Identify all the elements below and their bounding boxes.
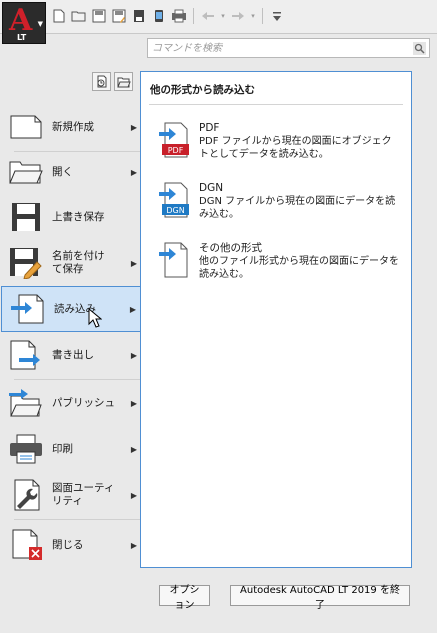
menu-divider <box>14 519 140 520</box>
new-file-icon[interactable] <box>50 7 68 25</box>
pdf-file-icon: PDF <box>159 122 189 158</box>
menu-item-save-as[interactable]: 名前を付け て保存 ▶ <box>0 240 141 286</box>
undo-dropdown-icon[interactable]: ▾ <box>219 7 227 25</box>
save-as-icon[interactable] <box>110 7 128 25</box>
open-documents-button[interactable] <box>114 72 133 91</box>
submenu-arrow-icon: ▶ <box>130 122 138 132</box>
import-other-formats-option[interactable]: その他の形式 他のファイル形式から現在の図面にデータを読み込む。 <box>159 242 399 281</box>
submenu-arrow-icon: ▶ <box>130 398 138 408</box>
bottom-bar: オプション Autodesk AutoCAD LT 2019 を終了 <box>140 572 437 633</box>
redo-dropdown-icon[interactable]: ▾ <box>249 7 257 25</box>
menu-item-save[interactable]: 上書き保存 <box>0 194 141 240</box>
entry-title: その他の形式 <box>199 242 262 254</box>
import-pdf-option[interactable]: PDF PDF PDF ファイルから現在の図面にオブジェクトとしてデータを読み込… <box>159 122 399 161</box>
recent-open-tools <box>92 72 133 91</box>
import-file-icon <box>159 242 188 278</box>
mouse-cursor-icon <box>88 308 102 328</box>
menu-item-label: 印刷 <box>52 442 73 455</box>
toolbar-separator <box>262 8 263 24</box>
menu-item-label: 書き出し <box>52 348 94 361</box>
menu-item-label: 開く <box>52 165 73 178</box>
menu-item-label: 名前を付け て保存 <box>52 250 105 275</box>
submenu-arrow-icon: ▶ <box>130 167 138 177</box>
pdf-badge-text: PDF <box>168 146 184 155</box>
submenu-arrow-icon: ▶ <box>130 350 138 360</box>
menu-item-print[interactable]: 印刷 ▶ <box>0 426 141 472</box>
search-input[interactable] <box>148 39 429 57</box>
open-folder-large-icon <box>0 149 52 195</box>
entry-title: PDF <box>199 122 220 134</box>
open-documents-icon <box>116 77 131 87</box>
menu-item-label: パブリッシュ <box>52 396 115 409</box>
close-document-icon <box>0 522 52 568</box>
menu-item-drawing-utilities[interactable]: 図面ユーティ リティ ▶ <box>0 472 141 518</box>
undo-icon[interactable] <box>199 7 217 25</box>
customize-icon[interactable] <box>268 7 286 25</box>
publish-large-icon <box>0 380 52 426</box>
panel-title: 他の形式から読み込む <box>150 84 255 96</box>
save-large-icon <box>0 194 52 240</box>
dgn-file-icon: DGN <box>159 182 189 218</box>
menu-item-import[interactable]: 読み込み ▶ <box>1 286 141 332</box>
open-folder-icon[interactable] <box>70 7 88 25</box>
new-document-icon <box>0 104 52 150</box>
menu-item-label: 新規作成 <box>52 120 94 133</box>
import-submenu-panel: 他の形式から読み込む PDF PDF PDF ファイルから現在の図面にオブジェク… <box>140 71 412 568</box>
window-edge <box>419 34 437 633</box>
toolbar-separator <box>193 8 194 24</box>
save-icon[interactable] <box>90 7 108 25</box>
entry-description: PDF ファイルから現在の図面にオブジェクトとしてデータを読み込む。 <box>199 136 392 160</box>
command-search[interactable] <box>147 38 430 58</box>
application-menu-list: 新規作成 ▶ 開く ▶ 上書き保存 名前を付け て保存 ▶ 読み込み ▶ 書き出… <box>0 62 141 633</box>
entry-title: DGN <box>199 182 224 194</box>
print-large-icon <box>0 426 52 472</box>
menu-item-label: 図面ユーティ リティ <box>52 482 115 507</box>
redo-icon[interactable] <box>229 7 247 25</box>
submenu-arrow-icon: ▶ <box>130 444 138 454</box>
submenu-arrow-icon: ▶ <box>130 540 138 550</box>
wrench-icon <box>0 472 52 518</box>
options-button[interactable]: オプション <box>159 585 210 611</box>
dgn-badge-text: DGN <box>166 206 184 215</box>
submenu-arrow-icon: ▶ <box>130 258 138 268</box>
save-as-large-icon <box>0 240 52 286</box>
app-menu-arrow-icon: ▼ <box>37 20 43 28</box>
menu-item-export[interactable]: 書き出し ▶ <box>0 332 141 378</box>
panel-divider <box>149 104 403 105</box>
menu-item-label: 上書き保存 <box>52 210 105 223</box>
export-icon[interactable] <box>130 7 148 25</box>
menu-item-label: 閉じる <box>52 538 84 551</box>
plot-icon[interactable] <box>170 7 188 25</box>
submenu-arrow-icon: ▶ <box>129 304 137 314</box>
recent-documents-button[interactable] <box>92 72 111 91</box>
recent-documents-icon <box>97 75 107 88</box>
search-icon[interactable] <box>413 42 426 55</box>
exit-application-button[interactable]: Autodesk AutoCAD LT 2019 を終了 <box>230 585 410 611</box>
import-dgn-option[interactable]: DGN DGN DGN ファイルから現在の図面にデータを読み込む。 <box>159 182 399 221</box>
application-menu-button[interactable]: A LT ▼ <box>2 2 46 44</box>
menu-item-close[interactable]: 閉じる ▶ <box>0 522 141 568</box>
submenu-arrow-icon: ▶ <box>130 490 138 500</box>
menu-item-publish[interactable]: パブリッシュ ▶ <box>0 380 141 426</box>
entry-description: 他のファイル形式から現在の図面にデータを読み込む。 <box>199 256 399 280</box>
menu-item-new[interactable]: 新規作成 ▶ <box>0 104 141 150</box>
import-large-icon <box>2 286 54 332</box>
menu-item-open[interactable]: 開く ▶ <box>0 149 141 195</box>
publish-icon[interactable] <box>150 7 168 25</box>
quick-access-icons: ▾ ▾ <box>50 6 286 26</box>
quick-access-toolbar: ▾ ▾ <box>0 0 437 34</box>
entry-description: DGN ファイルから現在の図面にデータを読み込む。 <box>199 196 396 220</box>
app-logo-sub: LT <box>17 33 27 42</box>
export-large-icon <box>0 332 52 378</box>
